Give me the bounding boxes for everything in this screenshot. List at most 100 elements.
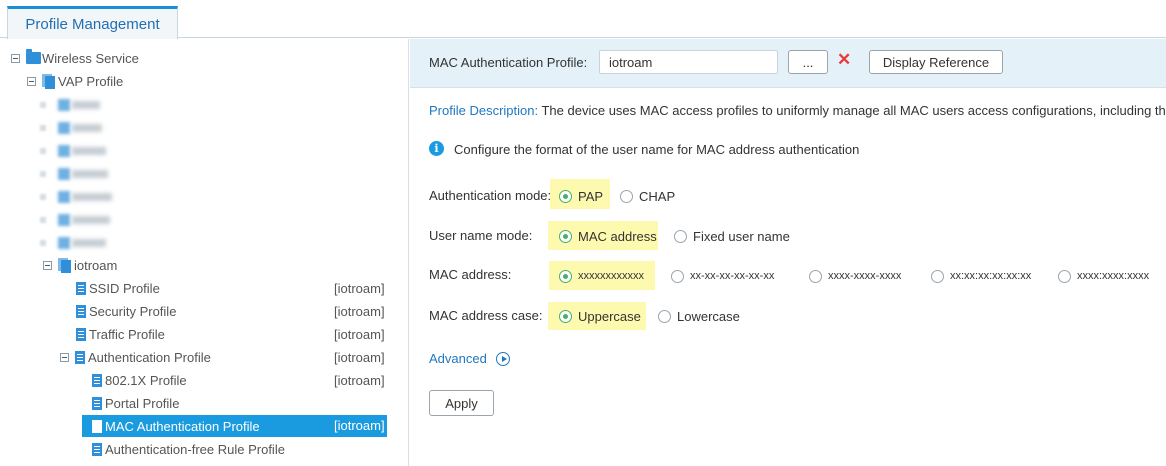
tab-bar: Profile Management [0, 0, 1166, 39]
redacted-label [72, 216, 110, 224]
tree-node-vap-profile[interactable]: VAP Profile [27, 71, 123, 91]
tree-node-label: SSID Profile [89, 280, 160, 296]
tree-node-tag: [iotroam] [334, 350, 385, 365]
redacted-tree-item[interactable] [40, 214, 110, 226]
profile-icon [76, 304, 86, 318]
profile-icon [92, 419, 102, 433]
mac-address-label: MAC address: [429, 267, 512, 282]
auth-mode-label: Authentication mode: [429, 188, 552, 203]
radio-mac-format-colon-quads[interactable] [1058, 270, 1071, 283]
radio-chap[interactable] [620, 190, 633, 203]
redacted-tree-item[interactable] [40, 237, 106, 249]
option-mac-format-colon-pairs-label: xx:xx:xx:xx:xx:xx [950, 270, 1032, 282]
browse-button[interactable]: ... [788, 50, 828, 74]
tree-node-traffic-profile[interactable]: Traffic Profile [76, 324, 165, 344]
apply-button[interactable]: Apply [429, 390, 494, 416]
redacted-icon [40, 171, 46, 177]
radio-mac-format-plain[interactable] [559, 270, 572, 283]
tree-node-wireless-service[interactable]: Wireless Service [11, 48, 139, 68]
display-reference-button[interactable]: Display Reference [869, 50, 1003, 74]
tree-node-authentication-profile[interactable]: Authentication Profile [60, 347, 211, 367]
redacted-tree-item[interactable] [40, 122, 102, 134]
info-icon: i [429, 141, 444, 156]
tree-node-iotroam[interactable]: iotroam [43, 255, 117, 275]
info-text: Configure the format of the user name fo… [454, 142, 860, 157]
option-chap-label: CHAP [639, 189, 676, 204]
mac-case-label: MAC address case: [429, 308, 543, 323]
redacted-icon [40, 148, 46, 154]
tree-node-content: MAC Authentication Profile [92, 416, 260, 436]
profile-tree: Wireless Service VAP Profile iotroam SSI… [0, 39, 409, 466]
option-pap-label: PAP [578, 189, 604, 204]
collapse-icon[interactable] [11, 53, 20, 63]
tree-node-tag: [iotroam] [334, 304, 385, 319]
advanced-link[interactable]: Advanced [429, 351, 487, 366]
collapse-icon[interactable] [60, 352, 69, 362]
tree-node-tag: [iotroam] [334, 327, 385, 342]
radio-lowercase[interactable] [658, 310, 671, 323]
profile-selector-bar: MAC Authentication Profile: ... ✕ Displa… [410, 39, 1166, 88]
profile-description-label: Profile Description: [429, 103, 539, 118]
radio-uppercase[interactable] [559, 310, 572, 323]
radio-mac-address[interactable] [559, 230, 572, 243]
option-uppercase-label: Uppercase [578, 309, 641, 324]
redacted-icon [40, 102, 46, 108]
redacted-profile-icon [58, 237, 70, 249]
tree-node-tag: [iotroam] [334, 281, 385, 296]
profile-description-text: The device uses MAC access profiles to u… [538, 103, 1166, 118]
redacted-tree-item[interactable] [40, 168, 108, 180]
tree-node-label: 802.1X Profile [105, 372, 187, 388]
profile-group-icon [42, 73, 55, 89]
redacted-profile-icon [58, 145, 70, 157]
tree-node-authentication-free-rule-profile[interactable]: Authentication-free Rule Profile [92, 439, 285, 459]
tree-node-security-profile[interactable]: Security Profile [76, 301, 176, 321]
radio-mac-format-dash-pairs[interactable] [671, 270, 684, 283]
tree-node-tag: [iotroam] [334, 418, 385, 433]
tree-node-label: iotroam [74, 257, 118, 273]
redacted-profile-icon [58, 99, 70, 111]
profile-group-icon [58, 257, 71, 273]
tree-node-label: MAC Authentication Profile [105, 418, 260, 434]
collapse-icon[interactable] [27, 76, 36, 86]
radio-pap[interactable] [559, 190, 572, 203]
redacted-icon [40, 194, 46, 200]
tree-node-ssid-profile[interactable]: SSID Profile [76, 278, 160, 298]
tree-node-label: Authentication-free Rule Profile [105, 441, 285, 457]
option-mac-address-label: MAC address [578, 229, 657, 244]
profile-icon [76, 327, 86, 341]
option-mac-format-plain-label: xxxxxxxxxxxx [578, 270, 644, 282]
profile-selector-label: MAC Authentication Profile: [429, 55, 588, 70]
profile-name-input[interactable] [599, 50, 778, 74]
redacted-profile-icon [58, 191, 70, 203]
option-mac-format-colon-quads-label: xxxx:xxxx:xxxx [1077, 270, 1150, 282]
option-fixed-user-name-label: Fixed user name [693, 229, 790, 244]
redacted-tree-item[interactable] [40, 191, 112, 203]
close-icon[interactable]: ✕ [837, 50, 851, 70]
profile-description: Profile Description: The device uses MAC… [429, 103, 1166, 118]
redacted-icon [40, 217, 46, 223]
tree-node-label: Portal Profile [105, 395, 180, 411]
radio-mac-format-colon-pairs[interactable] [931, 270, 944, 283]
redacted-label [72, 147, 106, 155]
redacted-profile-icon [58, 168, 70, 180]
tree-node-mac-authentication-profile[interactable]: MAC Authentication Profile [iotroam] [82, 415, 387, 437]
tree-node-portal-profile[interactable]: Portal Profile [92, 393, 179, 413]
profile-icon [76, 281, 86, 295]
redacted-tree-item[interactable] [40, 145, 106, 157]
redacted-label [72, 170, 108, 178]
tree-node-label: Wireless Service [42, 50, 139, 66]
redacted-icon [40, 125, 46, 131]
expand-arrow-icon[interactable] [496, 352, 510, 366]
tree-node-tag: [iotroam] [334, 373, 385, 388]
tree-node-label: Traffic Profile [89, 326, 165, 342]
tab-profile-management[interactable]: Profile Management [7, 6, 178, 39]
profile-icon [92, 442, 102, 456]
option-mac-format-dash-pairs-label: xx-xx-xx-xx-xx-xx [690, 270, 775, 282]
profile-icon [92, 396, 102, 410]
radio-fixed-user-name[interactable] [674, 230, 687, 243]
tree-node-8021x-profile[interactable]: 802.1X Profile [92, 370, 187, 390]
collapse-icon[interactable] [43, 260, 52, 270]
radio-mac-format-dash-quads[interactable] [809, 270, 822, 283]
redacted-tree-item[interactable] [40, 99, 100, 111]
redacted-label [72, 124, 102, 132]
